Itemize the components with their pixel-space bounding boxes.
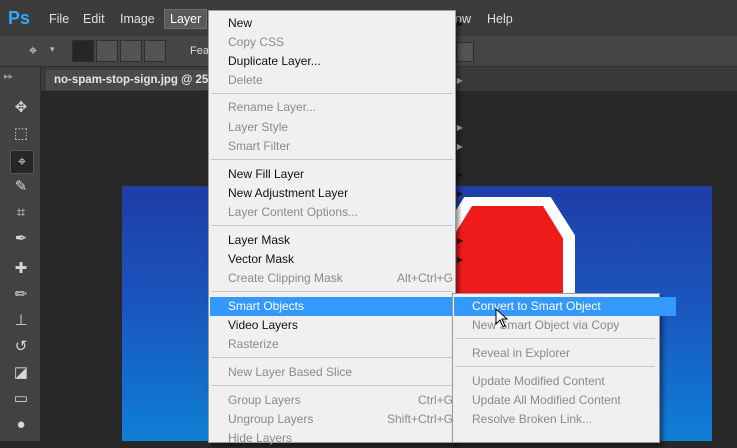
menu-separator (211, 93, 453, 94)
move-tool-icon[interactable]: ✥ (10, 97, 32, 119)
menu-layer[interactable]: Layer (164, 9, 208, 29)
submenu-arrow-icon: ▶ (456, 76, 463, 85)
menu-item-new-smart-object-via-copy[interactable]: New Smart Object via Copy (454, 316, 676, 335)
submenu-arrow-icon: ▶ (456, 255, 463, 264)
menu-separator (211, 159, 453, 160)
submenu-arrow-icon: ▶ (456, 19, 463, 28)
chevron-down-icon[interactable]: ▾ (50, 44, 55, 55)
crop-tool-icon[interactable]: ⌗ (10, 202, 32, 224)
mouse-pointer-icon (495, 308, 509, 328)
menu-item-vector-mask[interactable]: Vector Mask ▶ (210, 250, 472, 269)
menu-item-update-all-modified-content[interactable]: Update All Modified Content (454, 391, 676, 410)
menu-separator (211, 385, 453, 386)
menu-item-layer-mask[interactable]: Layer Mask ▶ (210, 231, 472, 250)
menu-help[interactable]: Help (482, 10, 518, 28)
menu-separator (455, 366, 655, 367)
document-tab[interactable]: no-spam-stop-sign.jpg @ 25% (46, 70, 227, 90)
menu-item-delete[interactable]: Delete ▶ (210, 71, 472, 90)
menu-separator (455, 338, 655, 339)
menu-item-video-layers[interactable]: Video Layers▶ (210, 316, 472, 335)
blur-tool-icon[interactable]: ● (10, 414, 32, 436)
menu-item-smart-objects[interactable]: Smart Objects▶ (210, 297, 472, 316)
intersect-selection-button[interactable] (144, 40, 166, 62)
gradient-tool-icon[interactable]: ▭ (10, 388, 32, 410)
eyedropper-tool-icon[interactable]: ✒ (10, 228, 32, 250)
menu-item-group-layers[interactable]: Group Layers Ctrl+G (210, 391, 472, 410)
lasso-tool-icon[interactable]: ⌖ (10, 150, 34, 174)
menu-item-new[interactable]: New ▶ (210, 14, 472, 33)
menu-item-resolve-broken-link[interactable]: Resolve Broken Link... (454, 410, 676, 429)
menu-item-layer-style[interactable]: Layer Style ▶ (210, 118, 472, 137)
menu-item-duplicate-layer[interactable]: Duplicate Layer... (210, 52, 472, 71)
menu-file[interactable]: File (44, 10, 74, 28)
menu-item-new-adjustment-layer[interactable]: New Adjustment Layer ▶ (210, 184, 472, 203)
menu-edit[interactable]: Edit (78, 10, 110, 28)
menu-item-rename-layer[interactable]: Rename Layer... (210, 98, 472, 117)
menu-item-convert-to-smart-object[interactable]: Convert to Smart Object (454, 297, 676, 316)
history-brush-tool-icon[interactable]: ↺ (10, 336, 32, 358)
eraser-tool-icon[interactable]: ◪ (10, 362, 32, 384)
new-selection-button[interactable] (72, 40, 94, 62)
menu-item-create-clipping-mask[interactable]: Create Clipping Mask Alt+Ctrl+G (210, 269, 472, 288)
submenu-arrow-icon: ▶ (456, 236, 463, 245)
layer-menu-dropdown: New ▶ Copy CSS Duplicate Layer... Delete ▶… (208, 10, 472, 445)
submenu-arrow-icon: ▶ (456, 170, 463, 179)
quick-selection-tool-icon[interactable]: ✎ (10, 176, 32, 198)
healing-brush-tool-icon[interactable]: ✚ (10, 258, 32, 280)
menu-item-copy-css[interactable]: Copy CSS (210, 33, 472, 52)
menu-item-smart-filter[interactable]: Smart Filter ▶ (210, 137, 472, 156)
marquee-tool-icon[interactable]: ⬚ (10, 123, 32, 145)
clone-stamp-tool-icon[interactable]: ⊥ (10, 310, 32, 332)
polygonal-lasso-preset-icon[interactable]: ⌖ (22, 40, 44, 62)
menu-separator (211, 291, 453, 292)
feather-label: Fea (190, 45, 209, 57)
smart-objects-submenu: Convert to Smart Object New Smart Object… (452, 293, 676, 443)
menu-image[interactable]: Image (115, 10, 160, 28)
menu-separator (211, 357, 453, 358)
menu-item-hide-layers[interactable]: Hide Layers (210, 429, 472, 448)
menu-item-reveal-in-explorer[interactable]: Reveal in Explorer (454, 344, 676, 363)
add-to-selection-button[interactable] (96, 40, 118, 62)
menu-separator (211, 225, 453, 226)
menu-item-new-layer-based-slice[interactable]: New Layer Based Slice (210, 363, 472, 382)
submenu-arrow-icon: ▶ (456, 189, 463, 198)
subtract-from-selection-button[interactable] (120, 40, 142, 62)
menu-item-new-fill-layer[interactable]: New Fill Layer ▶ (210, 165, 472, 184)
brush-tool-icon[interactable]: ✏ (10, 284, 32, 306)
menu-item-ungroup-layers[interactable]: Ungroup Layers Shift+Ctrl+G (210, 410, 472, 429)
menu-item-update-modified-content[interactable]: Update Modified Content (454, 372, 676, 391)
panel-collapse-icon[interactable]: ▸▸ (4, 71, 13, 82)
menu-item-layer-content-options[interactable]: Layer Content Options... (210, 203, 472, 222)
photoshop-logo: Ps (7, 8, 31, 28)
submenu-arrow-icon: ▶ (456, 123, 463, 132)
menu-item-rasterize[interactable]: Rasterize▶ (210, 335, 472, 354)
submenu-arrow-icon: ▶ (456, 142, 463, 151)
